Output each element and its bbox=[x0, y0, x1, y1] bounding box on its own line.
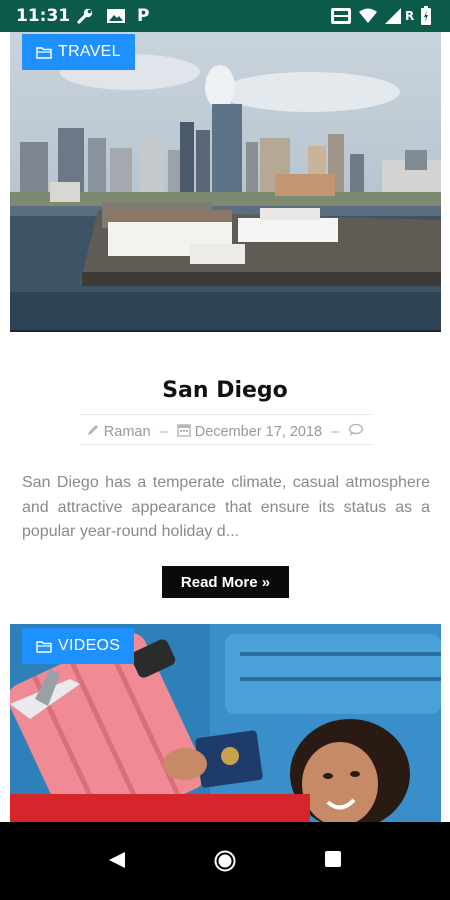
home-icon[interactable] bbox=[214, 850, 236, 876]
signal-icon bbox=[384, 6, 402, 26]
folder-icon bbox=[36, 640, 52, 653]
post-date[interactable]: December 17, 2018 bbox=[195, 424, 322, 440]
post-excerpt: San Diego has a temperate climate, casua… bbox=[22, 474, 430, 540]
read-more-button[interactable]: Read More » bbox=[162, 566, 289, 598]
post-title[interactable]: San Diego bbox=[0, 378, 450, 403]
post-image-san-diego[interactable]: TRAVEL bbox=[10, 32, 441, 332]
status-time: 11:31 bbox=[16, 6, 71, 26]
comment-icon[interactable] bbox=[348, 423, 364, 441]
category-badge-videos[interactable]: VIDEOS bbox=[22, 628, 135, 664]
post-image-videos[interactable]: VIDEOS bbox=[10, 624, 441, 822]
wrench-icon bbox=[76, 6, 94, 26]
category-label: TRAVEL bbox=[58, 43, 121, 60]
pencil-icon bbox=[86, 423, 100, 441]
vowifi-icon bbox=[330, 6, 352, 26]
photo-icon bbox=[106, 6, 126, 26]
r-icon: R bbox=[405, 9, 415, 23]
meta-separator: – bbox=[331, 424, 340, 440]
battery-icon bbox=[420, 6, 432, 26]
wifi-icon bbox=[358, 6, 378, 26]
back-icon[interactable] bbox=[107, 850, 127, 874]
category-badge-travel[interactable]: TRAVEL bbox=[22, 34, 135, 70]
post-meta: Raman – December 17, 2018 – bbox=[0, 423, 450, 441]
navigation-bar bbox=[0, 822, 450, 900]
folder-icon bbox=[36, 46, 52, 59]
category-label: VIDEOS bbox=[58, 637, 121, 654]
recents-icon[interactable] bbox=[324, 850, 342, 872]
status-bar: 11:31 P R bbox=[0, 0, 450, 32]
calendar-icon bbox=[176, 423, 191, 441]
meta-divider-bottom bbox=[80, 444, 372, 445]
meta-divider-top bbox=[80, 414, 372, 415]
city-skyline-illustration bbox=[10, 32, 441, 332]
meta-separator: – bbox=[159, 424, 168, 440]
p-icon: P bbox=[137, 6, 150, 26]
post-list[interactable]: TRAVEL San Diego Raman – December 17, 20… bbox=[0, 32, 450, 822]
post-author[interactable]: Raman bbox=[104, 424, 151, 440]
